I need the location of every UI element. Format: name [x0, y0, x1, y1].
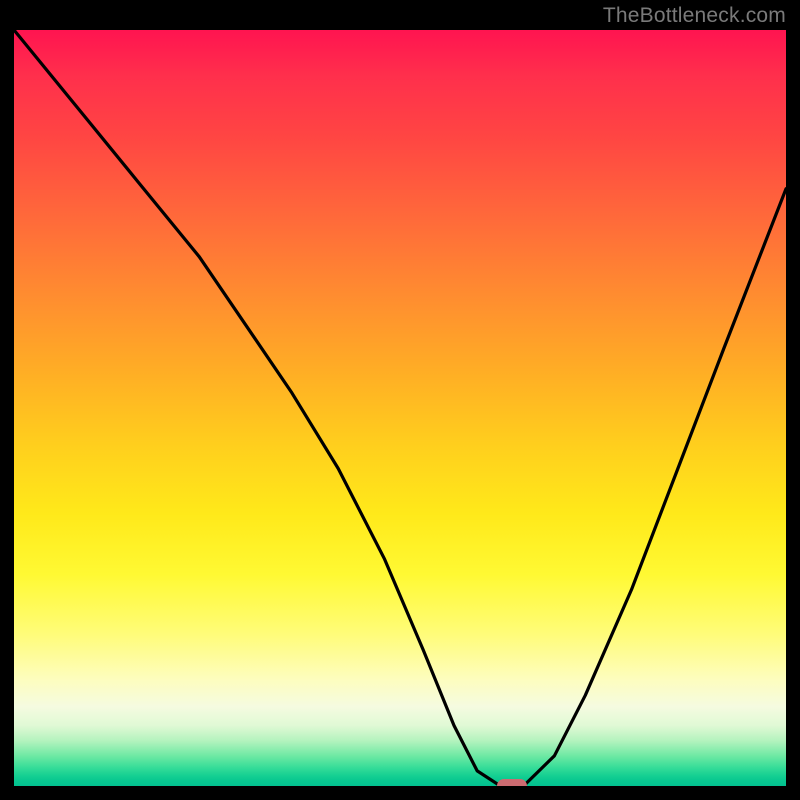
- chart-frame: TheBottleneck.com: [0, 0, 800, 800]
- bottleneck-curve: [14, 30, 786, 786]
- attribution-text: TheBottleneck.com: [603, 4, 786, 28]
- plot-area: [14, 30, 786, 786]
- optimal-point-marker: [497, 779, 527, 786]
